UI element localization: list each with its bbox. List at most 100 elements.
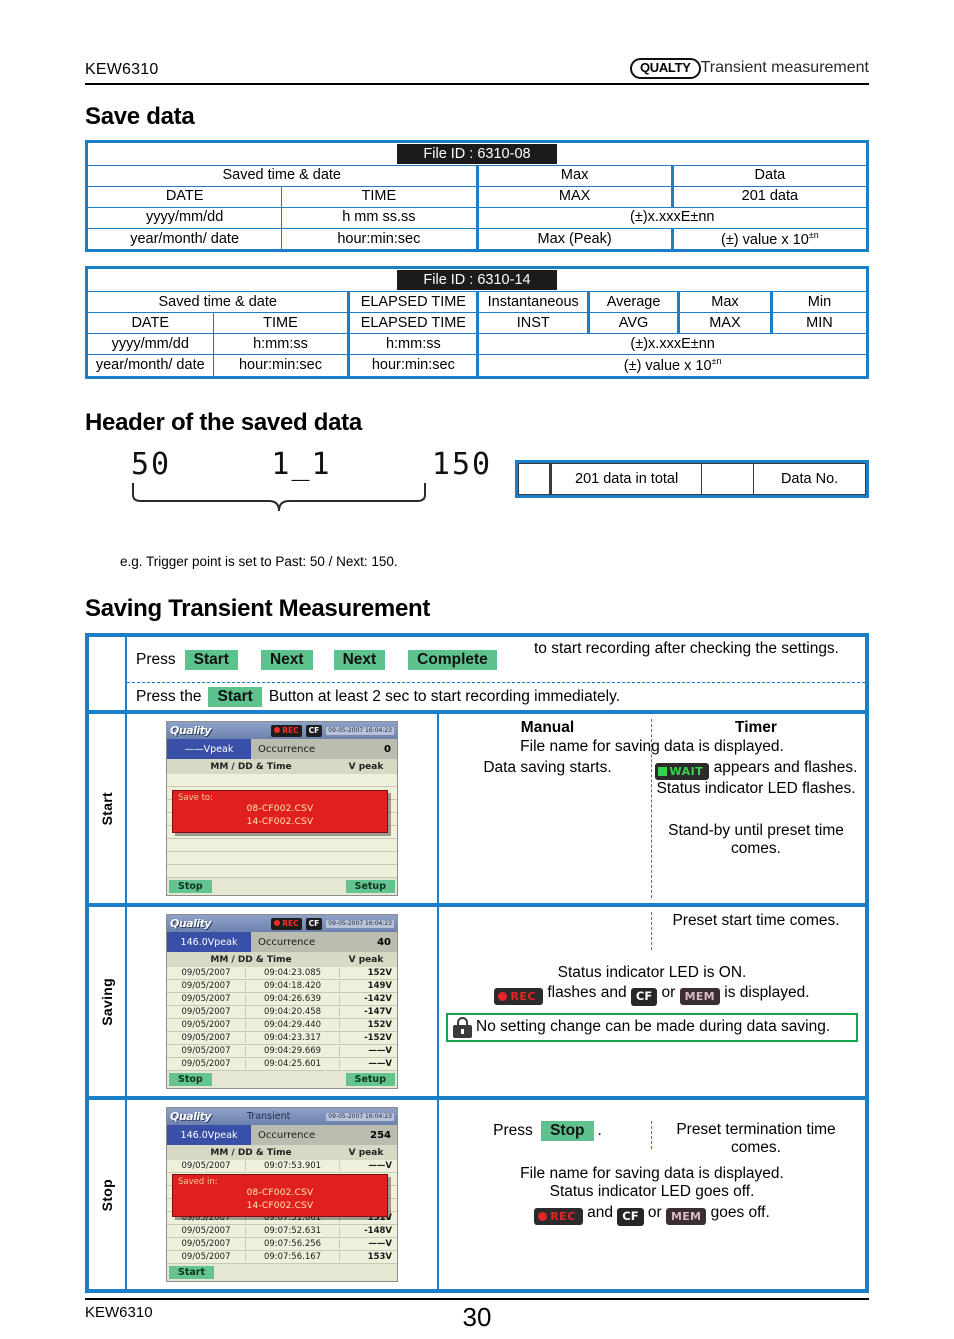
cell-201-data: 201 data [670, 185, 869, 208]
legend-cell-blank-1 [517, 462, 552, 495]
timer-standby-line: Stand-by until preset time comes. [668, 822, 844, 858]
dialog-label: Saved in: [178, 1177, 218, 1188]
procedure-grid: Press Start Next Next Complete to start … [85, 633, 869, 1294]
lcd-softkey-setup[interactable]: Setup [345, 1073, 395, 1087]
cell-instantaneous: Instantaneous [476, 291, 590, 314]
cell-value-desc: (±) value x 10±n [670, 227, 869, 252]
save-to-dialog: Save to: 08-CF002.CSV 14-CF002.CSV [172, 790, 388, 833]
stop-button[interactable]: Stop [541, 1121, 594, 1142]
cell-average: Average [587, 291, 679, 314]
header-model: KEW6310 [85, 60, 159, 78]
cell-date: DATE [85, 185, 283, 208]
lcd-col-vpeak: V peak [348, 1147, 384, 1158]
cell-time-desc: hour:min:sec [281, 227, 478, 252]
timer-badge-line: WAIT appears and flashes. [652, 759, 860, 781]
start-button[interactable]: Start [184, 649, 238, 670]
intro-line-2-suffix: Button at least 2 sec to start recording… [268, 687, 621, 705]
table-row: File ID : 6310-08 [86, 140, 868, 166]
cell-date-desc: year/month/ date [86, 354, 214, 378]
cell-date-format: yyyy/mm/dd [85, 206, 283, 229]
lock-icon [453, 1016, 472, 1038]
cell-value-format: (±)x.xxxE±nn [476, 333, 868, 356]
cell-value-format: (±)x.xxxE±nn [475, 206, 868, 229]
lcd-datetime: 09-05-2007 16:04:23 [326, 726, 394, 736]
intro-line-1-text: to start recording after checking the se… [534, 640, 839, 658]
row-label-stop: Stop [89, 1100, 127, 1290]
lcd-summary-row: 146.0Vpeak Occurrence 40 [167, 932, 397, 953]
lcd-mode-title: Transient [247, 1111, 291, 1123]
lcd-peak-value: 146.0Vpeak [167, 1125, 251, 1146]
cf-icon: CF [630, 988, 658, 1006]
cell-elapsed-format: h:mm:ss [347, 333, 479, 356]
cell-saved-time-date: Saved time & date [86, 164, 478, 187]
table-file-6310-08: File ID : 6310-08 Saved time & date Max … [85, 139, 869, 253]
manual-line-saving-starts: Data saving starts. [483, 759, 612, 777]
mem-icon: MEM [665, 1208, 707, 1226]
table-row: yyyy/mm/dd h mm ss.ss (±)x.xxxE±nn [85, 206, 868, 229]
intro-press-label: Press [136, 650, 176, 668]
qualty-logo: QUALTY [629, 58, 701, 79]
lcd-data-row: 09/05/2007 09:04:23.085 152V [167, 967, 397, 981]
timer-badge-text: appears and flashes. [713, 759, 858, 777]
row-saving-text: Preset start time comes. Status indicato… [439, 907, 865, 1096]
row-start-text: Manual Data saving starts. Timer WAIT ap… [439, 714, 865, 903]
file-id-badge: File ID : 6310-14 [397, 270, 557, 291]
lcd-occurrence-label: Occurrence [258, 743, 316, 755]
lcd-data-row: 09/05/2007 09:04:26.639 -142V [167, 993, 397, 1007]
lcd-datetime: 09-05-2007 16:04:23 [326, 1112, 394, 1122]
table-row: yyyy/mm/dd h:mm:ss h:mm:ss (±)x.xxxE±nn [86, 333, 868, 356]
lcd-col-time: MM / DD & Time [210, 1147, 292, 1158]
lcd-summary-row: 146.0Vpeak Occurrence 254 [167, 1125, 397, 1146]
manual-column [444, 912, 652, 951]
start-button-hold[interactable]: Start [208, 686, 262, 707]
flash-line: REC flashes and CF or MEM is displayed. [444, 984, 860, 1006]
table-row: DATE TIME ELAPSED TIME INST AVG MAX MIN [86, 312, 869, 335]
rec-icon: REC [494, 988, 543, 1006]
lcd-data-row: 09/05/2007 09:07:53.901 ——V [167, 1160, 397, 1174]
lcd-data-row: 09/05/2007 09:07:56.167 153V [167, 1251, 397, 1265]
table-row: 201 data in total Data No. [517, 462, 866, 495]
header-sample-area: 50 1_1 150 201 data in total Data No. [85, 446, 869, 521]
lcd-logo: Quality [170, 917, 212, 931]
lcd-occurrence-count: 0 [384, 743, 391, 755]
cell-time: TIME [281, 185, 478, 208]
cell-inst: INST [476, 312, 590, 335]
lcd-data-area: Save to: 08-CF002.CSV 14-CF002.CSV [167, 774, 397, 879]
lcd-occurrence-label: Occurrence [258, 1129, 316, 1141]
dialog-filename-2: 14-CF002.CSV [246, 816, 314, 827]
lcd-data-row: 09/05/2007 09:07:52.631 -148V [167, 1225, 397, 1239]
procedure-intro: Press Start Next Next Complete to start … [89, 637, 865, 715]
next-button-2[interactable]: Next [333, 649, 386, 670]
lcd-titlebar: Quality Transient 09-05-2007 16:04:23 [167, 1108, 397, 1126]
legend-cell-data-no: Data No. [753, 462, 866, 495]
lcd-column-headers: MM / DD & Time V peak [167, 952, 397, 968]
lcd-screenshot-start: Quality REC CF 09-05-2007 16:04:23 ——Vpe… [127, 714, 439, 904]
lcd-softkey-start[interactable]: Start [169, 1266, 215, 1280]
timer-column: Preset start time comes. [652, 912, 860, 950]
led-on-line: Status indicator LED is ON. [557, 964, 747, 982]
complete-button[interactable]: Complete [408, 649, 497, 670]
lcd-softkey-setup[interactable]: Setup [345, 880, 395, 894]
row-label-start: Start [89, 714, 127, 904]
exponent: ±n [711, 356, 722, 367]
press-label: Press [493, 1122, 533, 1140]
lcd-col-time: MM / DD & Time [210, 761, 292, 772]
timer-led-line: Status indicator LED flashes. [656, 780, 856, 798]
table-row: year/month/ date hour:min:sec Max (Peak)… [85, 227, 869, 252]
cell-time-format: h mm ss.ss [281, 206, 478, 229]
cf-icon: CF [305, 725, 323, 737]
table-row: Saved time & date ELAPSED TIME Instantan… [85, 291, 869, 314]
lcd-data-row: 09/05/2007 09:04:18.420 149V [167, 980, 397, 994]
lcd-softkey-stop[interactable]: Stop [169, 1073, 212, 1087]
preset-start-line: Preset start time comes. [672, 912, 840, 930]
brace-graphic [132, 483, 426, 512]
dialog-label: Save to: [178, 793, 213, 804]
intro-buttons-row: Press Start Next Next Complete [127, 637, 532, 682]
cell-elapsed-time: ELAPSED TIME [347, 291, 479, 314]
flash-mid-text: flashes and [547, 984, 627, 1002]
next-button-1[interactable]: Next [260, 649, 313, 670]
section-title-header-saved: Header of the saved data [85, 408, 362, 436]
lcd-softkey-stop[interactable]: Stop [169, 880, 212, 894]
lcd-column-headers: MM / DD & Time V peak [167, 759, 397, 775]
lcd-summary-row: ——Vpeak Occurrence 0 [167, 739, 397, 760]
